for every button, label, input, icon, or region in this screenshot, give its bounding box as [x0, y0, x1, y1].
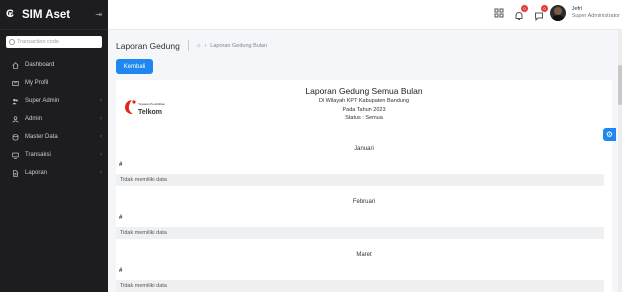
- chevron-left-icon: ‹: [100, 116, 102, 122]
- brand: ₢ SIM Aset ⇥: [0, 0, 108, 30]
- search-icon: [9, 39, 15, 45]
- column-header-number: #: [119, 215, 123, 221]
- sidebar-item-label: Transaksi: [25, 152, 51, 158]
- settings-gear-icon[interactable]: ⚙: [603, 128, 616, 141]
- user-info: Jefri Super Administrator: [572, 6, 620, 20]
- message-button[interactable]: 0: [534, 5, 548, 22]
- sidebar-item-label: Laporan: [25, 170, 48, 176]
- month-section-maret: Maret # Tidak memiliki data: [116, 252, 612, 292]
- sidebar-search: [6, 36, 102, 48]
- empty-row: Tidak memiliki data: [116, 280, 604, 292]
- sidebar-item-laporan[interactable]: Laporan ‹: [0, 164, 108, 182]
- sidebar-toggle-icon[interactable]: ⇥: [95, 10, 102, 19]
- sidebar-item-dashboard[interactable]: Dashboard: [0, 56, 108, 74]
- search-input[interactable]: [17, 39, 99, 45]
- users-icon: [12, 98, 18, 104]
- title-divider: [187, 40, 189, 51]
- sidebar-item-label: Admin: [25, 116, 43, 122]
- database-icon: [12, 133, 19, 140]
- notification-badge: 0: [521, 5, 528, 12]
- back-button[interactable]: Kembali: [116, 59, 153, 74]
- user-role: Super Administrator: [571, 13, 620, 19]
- month-name: Januari: [354, 146, 374, 152]
- report-region: Di Wilayah KPT Kabupaten Bandung: [318, 98, 410, 104]
- chevron-left-icon: ‹: [100, 152, 102, 158]
- sidebar-item-transaksi[interactable]: Transaksi ‹: [0, 146, 108, 164]
- sidebar: ₢ SIM Aset ⇥ Dashboard My Profil Super A…: [0, 0, 108, 292]
- empty-row: Tidak memiliki data: [116, 227, 604, 239]
- sidebar-item-my-profil[interactable]: My Profil: [0, 74, 108, 92]
- report-title: Laporan Gedung Semua Bulan: [305, 86, 423, 96]
- header-actions: 0 0: [494, 5, 548, 22]
- report-year: Pada Tahun 2023: [342, 106, 386, 113]
- report-card: Yayasan Pendidikan Telkom Laporan Gedung…: [116, 80, 612, 292]
- notification-button[interactable]: 0: [514, 5, 528, 20]
- page-scrollbar[interactable]: [618, 30, 622, 292]
- chevron-left-icon: ‹: [100, 170, 102, 176]
- chat-icon: [535, 12, 543, 22]
- user-icon: [12, 115, 19, 123]
- month-section-februari: Februari # Tidak memiliki data: [116, 199, 612, 239]
- sidebar-item-label: Dashboard: [25, 62, 55, 68]
- column-header-number: #: [119, 268, 123, 274]
- message-badge: 0: [541, 5, 548, 12]
- user-name: Jefri: [571, 6, 583, 12]
- month-section-januari: Januari # Tidak memiliki data: [116, 146, 612, 186]
- home-icon: [12, 61, 19, 69]
- chevron-left-icon: ‹: [100, 98, 102, 104]
- avatar: [549, 5, 566, 21]
- report-status: Status : Semua: [345, 115, 383, 121]
- grid-icon[interactable]: [494, 8, 504, 18]
- sidebar-item-admin[interactable]: Admin ‹: [0, 110, 108, 128]
- user-menu[interactable]: Jefri Super Administrator: [549, 5, 620, 21]
- month-name: Februari: [352, 199, 376, 205]
- app-name: SIM Aset: [22, 8, 71, 21]
- sidebar-item-label: My Profil: [25, 80, 49, 86]
- empty-row: Tidak memiliki data: [116, 174, 604, 186]
- report-header: Laporan Gedung Semua Bulan Di Wilayah KP…: [116, 86, 612, 123]
- column-header-number: #: [119, 162, 123, 168]
- home-icon[interactable]: ⌂: [197, 43, 201, 49]
- page-header: Laporan Gedung ⌂ › Laporan Gedung Bulan: [116, 40, 267, 51]
- month-name: Maret: [356, 252, 372, 258]
- sidebar-item-label: Super Admin: [25, 98, 60, 104]
- bell-icon: [515, 11, 523, 20]
- topbar: 0 0 Jefri Super Administrator: [108, 0, 622, 30]
- sidebar-item-label: Master Data: [25, 134, 58, 140]
- scrollbar-thumb[interactable]: [618, 65, 622, 105]
- id-card-icon: [12, 80, 19, 86]
- main-content: Laporan Gedung ⌂ › Laporan Gedung Bulan …: [108, 30, 622, 292]
- chevron-right-icon: ›: [204, 42, 207, 49]
- page-title: Laporan Gedung: [116, 40, 180, 51]
- document-icon: [13, 169, 18, 177]
- sidebar-item-super-admin[interactable]: Super Admin ‹: [0, 92, 108, 110]
- breadcrumb: ⌂ › Laporan Gedung Bulan: [197, 43, 267, 49]
- breadcrumb-current: Laporan Gedung Bulan: [210, 42, 268, 49]
- brand-logo-icon: ₢: [6, 8, 14, 20]
- monitor-icon: [12, 152, 19, 159]
- chevron-left-icon: ‹: [100, 134, 102, 140]
- sidebar-item-master-data[interactable]: Master Data ‹: [0, 128, 108, 146]
